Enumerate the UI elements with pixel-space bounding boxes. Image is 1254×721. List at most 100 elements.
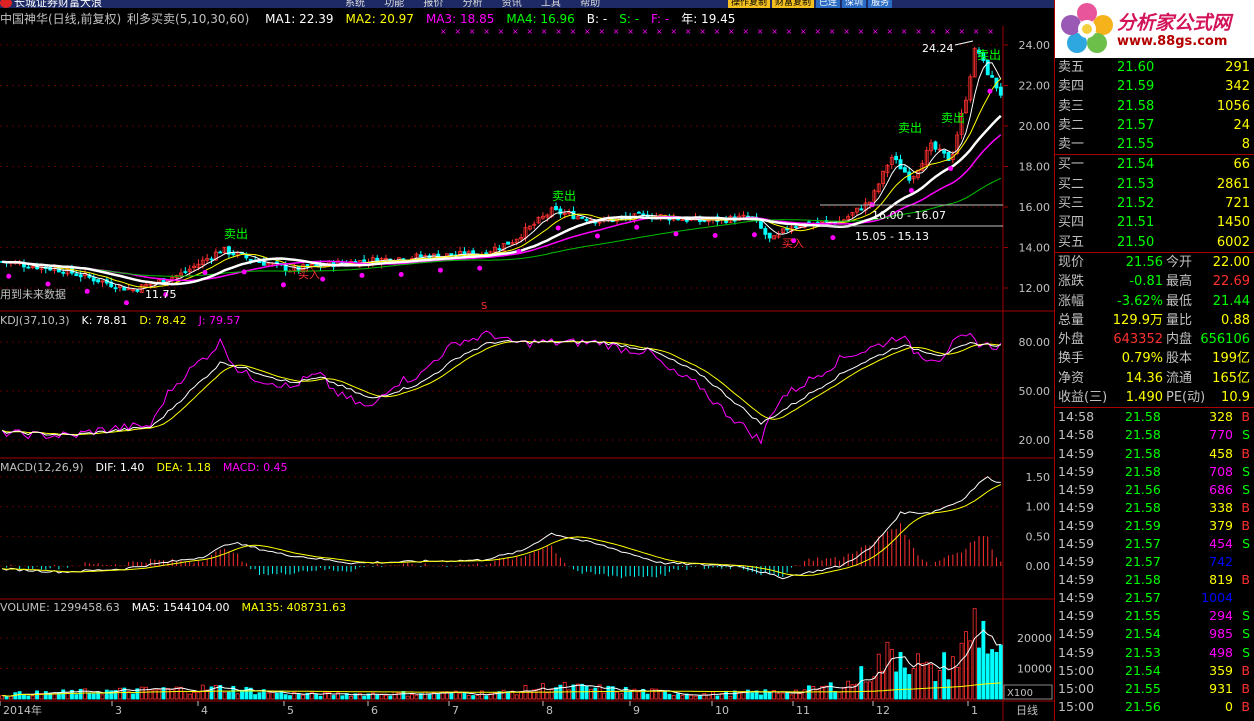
- stat-row[interactable]: 换手 0.79% 股本 199亿: [1055, 349, 1254, 368]
- ask-row[interactable]: 卖一 21.55 8: [1055, 135, 1254, 154]
- volume-bar: [545, 692, 550, 700]
- tick-row[interactable]: 14:59 21.55 294 S: [1055, 607, 1254, 625]
- watermark-url: www.88gs.com: [1117, 34, 1228, 49]
- candle-body: [248, 258, 253, 261]
- stat-row[interactable]: 外盘 643352 内盘 656106: [1055, 330, 1254, 349]
- ask-row[interactable]: 卖四 21.59 342: [1055, 77, 1254, 96]
- volume-bar: [876, 653, 881, 700]
- sell-signal-label: 卖出: [552, 189, 576, 203]
- signal-marker: ×: [742, 27, 749, 36]
- candle-body: [759, 221, 763, 229]
- volume-bar: [87, 692, 92, 700]
- bid-row[interactable]: 买三 21.52 721: [1055, 194, 1254, 213]
- tick-row[interactable]: 14:59 21.54 985 S: [1055, 625, 1254, 643]
- volume-bar: [916, 653, 920, 700]
- bid-row[interactable]: 买五 21.50 6002: [1055, 233, 1254, 252]
- volume-bar: [392, 691, 397, 700]
- macd-label[interactable]: MACD(12,26,9): [0, 461, 84, 474]
- volume-bar: [375, 694, 380, 700]
- y-tick-label: 10000: [1017, 663, 1052, 676]
- volume-bar: [187, 693, 192, 700]
- x-tick-label: 12: [876, 704, 890, 717]
- signal-marker: ×: [454, 27, 461, 36]
- tick-row[interactable]: 14:59 21.56 686 S: [1055, 481, 1254, 499]
- tick-side: B: [1241, 517, 1250, 533]
- signal-marker: ×: [598, 27, 605, 36]
- tick-time: 14:59: [1058, 536, 1095, 551]
- stat-row[interactable]: 涨跌 -0.81 最高 22.69: [1055, 272, 1254, 291]
- y-tick-label: 20.00: [1019, 120, 1051, 133]
- volume-bar: [898, 652, 903, 700]
- bid-row[interactable]: 买四 21.51 1450: [1055, 213, 1254, 232]
- stat-row[interactable]: 收益(三) 1.490 PE(动) 10.9: [1055, 388, 1254, 407]
- trading-window: 长城证券财富大浪 系统 功能 报价 分析 资讯 工具 帮助 操作复制 财富复制 …: [0, 0, 1254, 721]
- tick-row[interactable]: 14:59 21.58 458 B: [1055, 445, 1254, 463]
- bid-row[interactable]: 买一 21.54 66: [1055, 155, 1254, 174]
- volume-bar: [994, 651, 999, 700]
- volume-bar: [942, 652, 947, 700]
- tick-row[interactable]: 14:59 21.58 819 B: [1055, 571, 1254, 589]
- bid-label: 买二: [1058, 176, 1085, 192]
- stat-row[interactable]: 涨幅 -3.62% 最低 21.44: [1055, 292, 1254, 311]
- tick-side: S: [1242, 644, 1250, 660]
- bid-price: 21.54: [1117, 157, 1155, 173]
- stat-row[interactable]: 总量 129.9万 量比 0.88: [1055, 311, 1254, 330]
- volume-bar: [785, 692, 790, 700]
- tick-row[interactable]: 15:00 21.54 359 B: [1055, 662, 1254, 680]
- tick-row[interactable]: 14:58 21.58 770 S: [1055, 426, 1254, 444]
- tick-time: 14:59: [1058, 608, 1095, 624]
- ask-row[interactable]: 卖三 21.58 1056: [1055, 97, 1254, 116]
- signal-marker: ×: [512, 27, 519, 36]
- volume-bar: [536, 688, 541, 700]
- ask-row[interactable]: 卖五 21.60 291: [1055, 58, 1254, 77]
- volume-bar: [588, 688, 593, 700]
- tick-row[interactable]: 15:00 21.55 931 B: [1055, 680, 1254, 698]
- signal-dot: [477, 265, 483, 271]
- stat-label: 流通: [1166, 370, 1193, 386]
- kdj-value: J: 79.57: [198, 314, 241, 327]
- volume-bar: [567, 689, 572, 700]
- volume-bar: [388, 695, 393, 700]
- bid-row[interactable]: 买二 21.53 2861: [1055, 175, 1254, 194]
- tick-row[interactable]: 14:59 21.57 742: [1055, 553, 1254, 571]
- candle-body: [584, 218, 589, 222]
- volume-bar: [148, 689, 153, 700]
- candle-body: [859, 208, 864, 211]
- volume-label[interactable]: VOLUME: 1299458.63: [0, 601, 120, 614]
- tick-row[interactable]: 15:00 21.56 0 B: [1055, 698, 1254, 716]
- macd-value: DIF: 1.40: [95, 461, 145, 474]
- tick-volume: 708: [1209, 463, 1233, 479]
- signal-marker: ×: [901, 27, 908, 36]
- tick-price: 21.58: [1125, 445, 1161, 461]
- tick-row[interactable]: 14:59 21.58 708 S: [1055, 463, 1254, 481]
- volume-value: MA135: 408731.63: [241, 601, 347, 614]
- stat-label: PE(动): [1166, 390, 1206, 406]
- volume-bar: [410, 694, 415, 700]
- volume-bar: [863, 681, 868, 700]
- y-tick-label: 22.00: [1019, 80, 1051, 93]
- volume-bar: [462, 692, 467, 700]
- candle-body: [218, 251, 223, 254]
- tick-time: 15:00: [1058, 662, 1095, 678]
- stat-value: 21.56: [1125, 254, 1163, 270]
- volume-bar: [74, 694, 79, 700]
- signal-dot: [634, 224, 640, 230]
- stat-row[interactable]: 净资 14.36 流通 165亿: [1055, 369, 1254, 388]
- ask-row[interactable]: 卖二 21.57 24: [1055, 116, 1254, 135]
- tick-row[interactable]: 14:59 21.57 454 S: [1055, 535, 1254, 553]
- tick-row[interactable]: 14:59 21.53 498 S: [1055, 644, 1254, 662]
- candle-body: [209, 258, 214, 261]
- volume-bar: [257, 692, 262, 700]
- sell-signal-label: 卖出: [898, 121, 922, 135]
- tick-row[interactable]: 14:59 21.58 338 B: [1055, 499, 1254, 517]
- kdj-label[interactable]: KDJ(37,10,3): [0, 314, 70, 327]
- tick-row[interactable]: 14:59 21.59 379 B: [1055, 517, 1254, 535]
- volume-bar: [902, 667, 907, 700]
- tick-row[interactable]: 14:59 21.57 1004: [1055, 589, 1254, 607]
- tick-row[interactable]: 14:58 21.58 328 B: [1055, 408, 1254, 426]
- signal-dot: [398, 272, 404, 278]
- order-book: 卖五 21.60 291 卖四 21.59 342 卖三 21.58 1056 卖二 21.57 24…: [1055, 58, 1254, 716]
- tick-price: 21.59: [1125, 517, 1161, 533]
- stat-row[interactable]: 现价 21.56 今开 22.00: [1055, 253, 1254, 272]
- tick-price: 21.56: [1125, 481, 1161, 497]
